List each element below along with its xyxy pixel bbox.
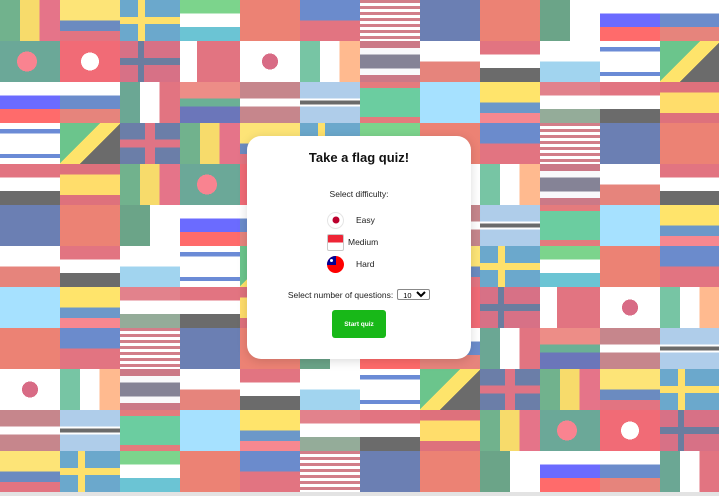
modal-title: Take a flag quiz! bbox=[308, 150, 410, 165]
difficulty-label: Select difficulty: bbox=[329, 189, 389, 199]
difficulty-hard-label: Hard bbox=[356, 259, 375, 269]
japan-flag-icon[interactable] bbox=[327, 211, 344, 229]
difficulty-medium-label: Medium bbox=[348, 237, 379, 247]
quiz-setup-modal: Take a flag quiz! Select difficulty: Eas… bbox=[247, 136, 471, 359]
difficulty-medium-option[interactable]: Medium bbox=[327, 233, 397, 251]
difficulty-easy-label: Easy bbox=[356, 215, 375, 225]
singapore-flag-icon[interactable] bbox=[327, 233, 344, 251]
difficulty-easy-option[interactable]: Easy bbox=[327, 211, 397, 229]
questions-select[interactable]: 10 bbox=[397, 289, 431, 300]
taiwan-flag-icon[interactable] bbox=[327, 255, 344, 273]
questions-label: Select number of questions: bbox=[287, 289, 394, 300]
start-quiz-button[interactable]: Start quiz bbox=[332, 310, 386, 338]
questions-row: Select number of questions: 10 bbox=[247, 289, 471, 300]
difficulty-hard-option[interactable]: Hard bbox=[327, 255, 397, 273]
